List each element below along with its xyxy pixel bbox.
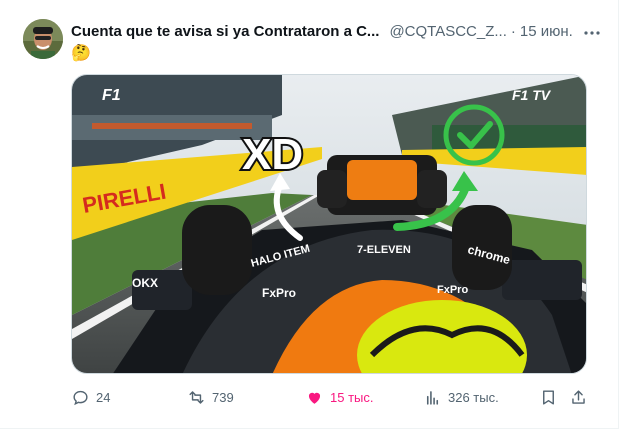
tweet-text: 🤔	[71, 45, 91, 62]
separator-dot: ·	[510, 22, 516, 40]
views-count: 326 тыс.	[448, 389, 499, 405]
car-text-fxpro-left: FxPro	[262, 286, 296, 300]
author-name[interactable]: Cuenta que te avisa si ya Contrataron a …	[71, 23, 379, 40]
more-options-icon[interactable]	[583, 24, 601, 42]
tweet-date[interactable]: 15 июн.	[520, 23, 573, 40]
tweet-header: Cuenta que te avisa si ya Contrataron a …	[71, 21, 604, 41]
like-button[interactable]: 15 тыс.	[305, 386, 373, 408]
f1tv-logo: F1 TV	[512, 87, 552, 103]
bookmark-icon	[543, 389, 554, 405]
author-handle[interactable]: @CQTASCC_Z...	[389, 23, 506, 40]
reply-button[interactable]: 24	[71, 386, 110, 408]
share-icon	[572, 389, 585, 404]
car-text-fxpro-right: FxPro	[437, 284, 468, 296]
bookmark-button[interactable]	[539, 386, 558, 408]
like-count: 15 тыс.	[330, 389, 374, 405]
tweet-actions: 24 739 15 тыс. 326 тыс.	[71, 386, 591, 408]
xd-overlay-text: XD	[242, 130, 303, 179]
tweet[interactable]: Cuenta que te avisa si ya Contrataron a …	[0, 0, 619, 429]
car-text-okx: OKX	[132, 276, 158, 290]
heart-icon	[308, 392, 321, 404]
views-button[interactable]: 326 тыс.	[423, 386, 499, 408]
reply-icon	[73, 390, 88, 405]
share-button[interactable]	[569, 386, 588, 408]
repost-count: 739	[212, 389, 234, 405]
repost-icon	[189, 390, 204, 404]
reply-count: 24	[96, 389, 111, 405]
views-icon	[426, 390, 439, 405]
car-text-7eleven: 7-ELEVEN	[357, 244, 411, 256]
tweet-media-image[interactable]: PIRELLI HALO ITEM 7-ELEVEN FxPro chrome …	[71, 74, 587, 374]
f1-logo-left: F1	[102, 87, 121, 104]
repost-button[interactable]: 739	[187, 386, 234, 408]
avatar[interactable]	[23, 19, 63, 59]
